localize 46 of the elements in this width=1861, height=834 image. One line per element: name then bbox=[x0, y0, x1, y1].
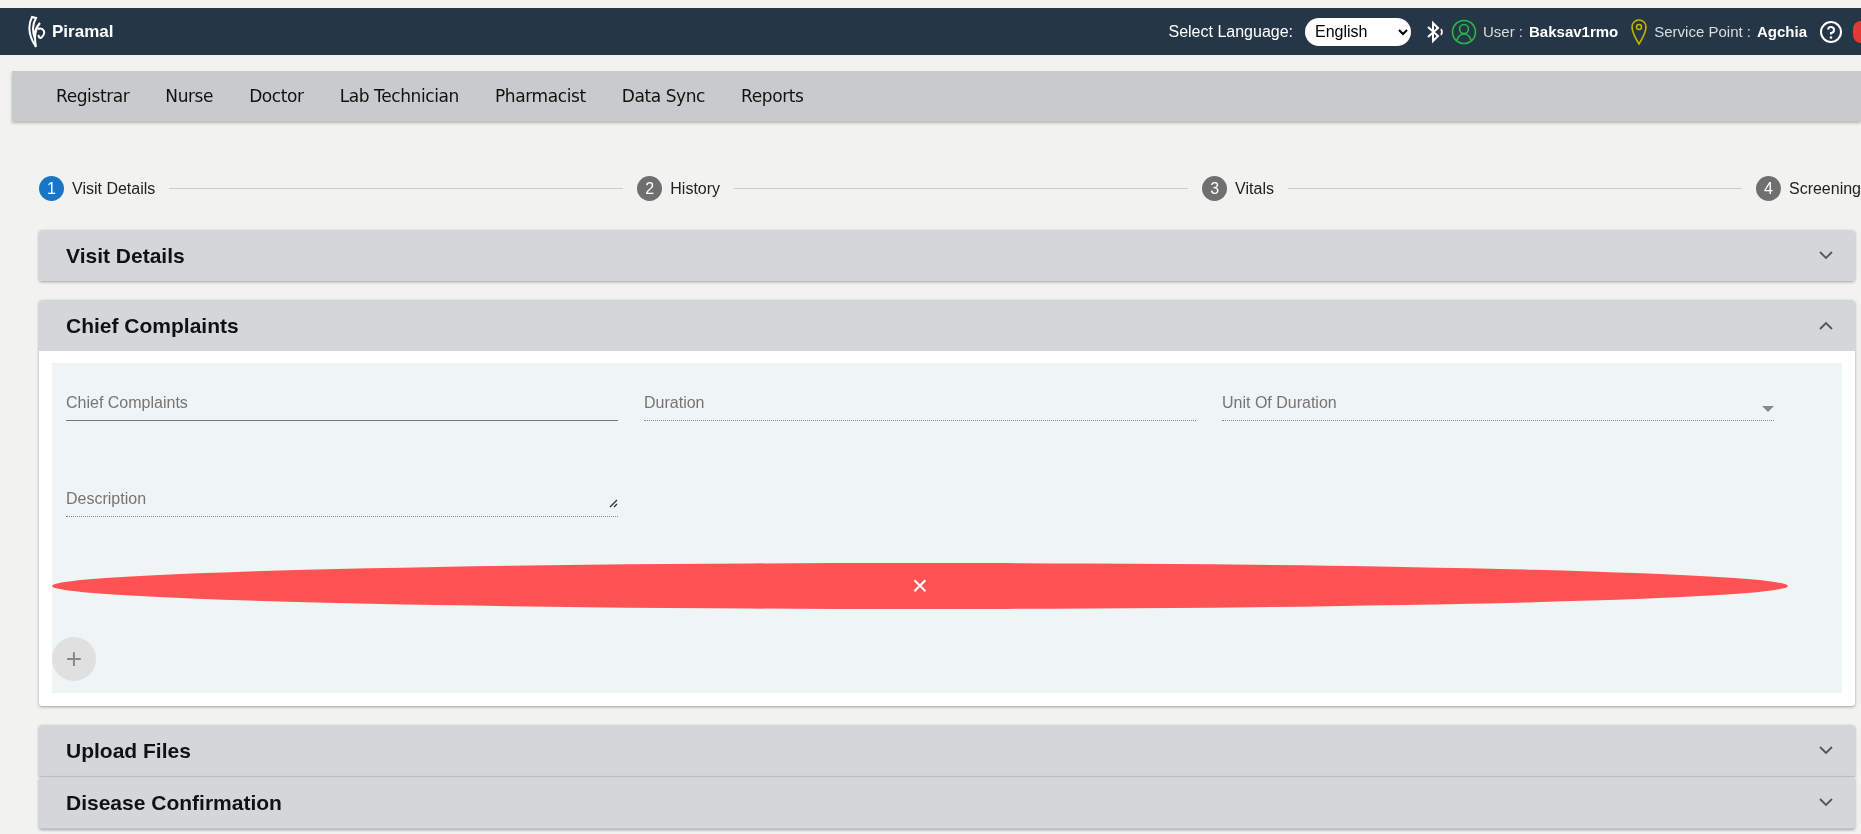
dropdown-arrow-icon bbox=[1762, 406, 1774, 412]
logo-icon bbox=[26, 14, 48, 49]
nav-menu-item[interactable]: Data Sync bbox=[603, 86, 724, 106]
panel-title: Upload Files bbox=[66, 738, 192, 763]
nav-menu-item[interactable]: Reports bbox=[723, 86, 822, 106]
step-number: 3 bbox=[1202, 176, 1228, 201]
chevron-down-icon bbox=[1819, 746, 1833, 755]
chevron-up-icon bbox=[1819, 321, 1833, 330]
resize-handle-icon bbox=[608, 498, 618, 508]
accordion-header[interactable]: Chief Complaints bbox=[39, 300, 1855, 351]
service-point-name: Agchia bbox=[1757, 23, 1807, 40]
step-label: Vitals bbox=[1235, 179, 1274, 198]
step-number: 1 bbox=[39, 176, 64, 201]
stepper-step[interactable]: 2 History bbox=[637, 176, 721, 201]
stepper-step[interactable]: 4 Screening bbox=[1755, 176, 1861, 201]
chevron-down-icon bbox=[1819, 251, 1833, 260]
step-label: Screening bbox=[1788, 179, 1861, 198]
step-number: 2 bbox=[637, 176, 663, 201]
nav-menu-item[interactable]: Registrar bbox=[38, 86, 148, 106]
nav-menu-item[interactable]: Nurse bbox=[147, 86, 232, 106]
panel-title: Visit Details bbox=[66, 243, 186, 268]
nav-menu-item[interactable]: Lab Technician bbox=[321, 86, 477, 106]
service-point-label: Service Point : bbox=[1654, 23, 1751, 40]
user-name: Baksav1rmo bbox=[1529, 23, 1619, 40]
language-label: Select Language: bbox=[1168, 22, 1293, 41]
logo-text: Piramal bbox=[52, 21, 114, 42]
step-label: Visit Details bbox=[72, 179, 156, 198]
stepper-step[interactable]: 3 Vitals bbox=[1202, 176, 1274, 201]
step-number: 4 bbox=[1755, 176, 1781, 201]
user-label: User : bbox=[1483, 23, 1524, 40]
stepper-step[interactable]: 1 Visit Details bbox=[39, 176, 156, 201]
panel-title: Disease Confirmation bbox=[66, 790, 283, 815]
nav-menu-item[interactable]: Pharmacist bbox=[476, 86, 604, 106]
panel-title: Chief Complaints bbox=[66, 313, 240, 338]
accordion-header[interactable]: Upload Files bbox=[39, 725, 1855, 776]
nav-menu-item[interactable]: Doctor bbox=[231, 86, 322, 106]
step-label: History bbox=[670, 179, 721, 198]
user-icon bbox=[1451, 18, 1477, 45]
accordion-header[interactable]: Visit Details bbox=[39, 230, 1855, 281]
language-select[interactable]: English bbox=[1305, 17, 1411, 46]
chevron-down-icon bbox=[1819, 798, 1833, 807]
accordion-header[interactable]: Disease Confirmation bbox=[39, 777, 1855, 828]
location-pin-icon bbox=[1630, 17, 1649, 46]
help-icon bbox=[1819, 19, 1843, 44]
bluetooth-icon bbox=[1425, 19, 1445, 44]
input-field[interactable]: Chief Complaints bbox=[66, 381, 618, 421]
